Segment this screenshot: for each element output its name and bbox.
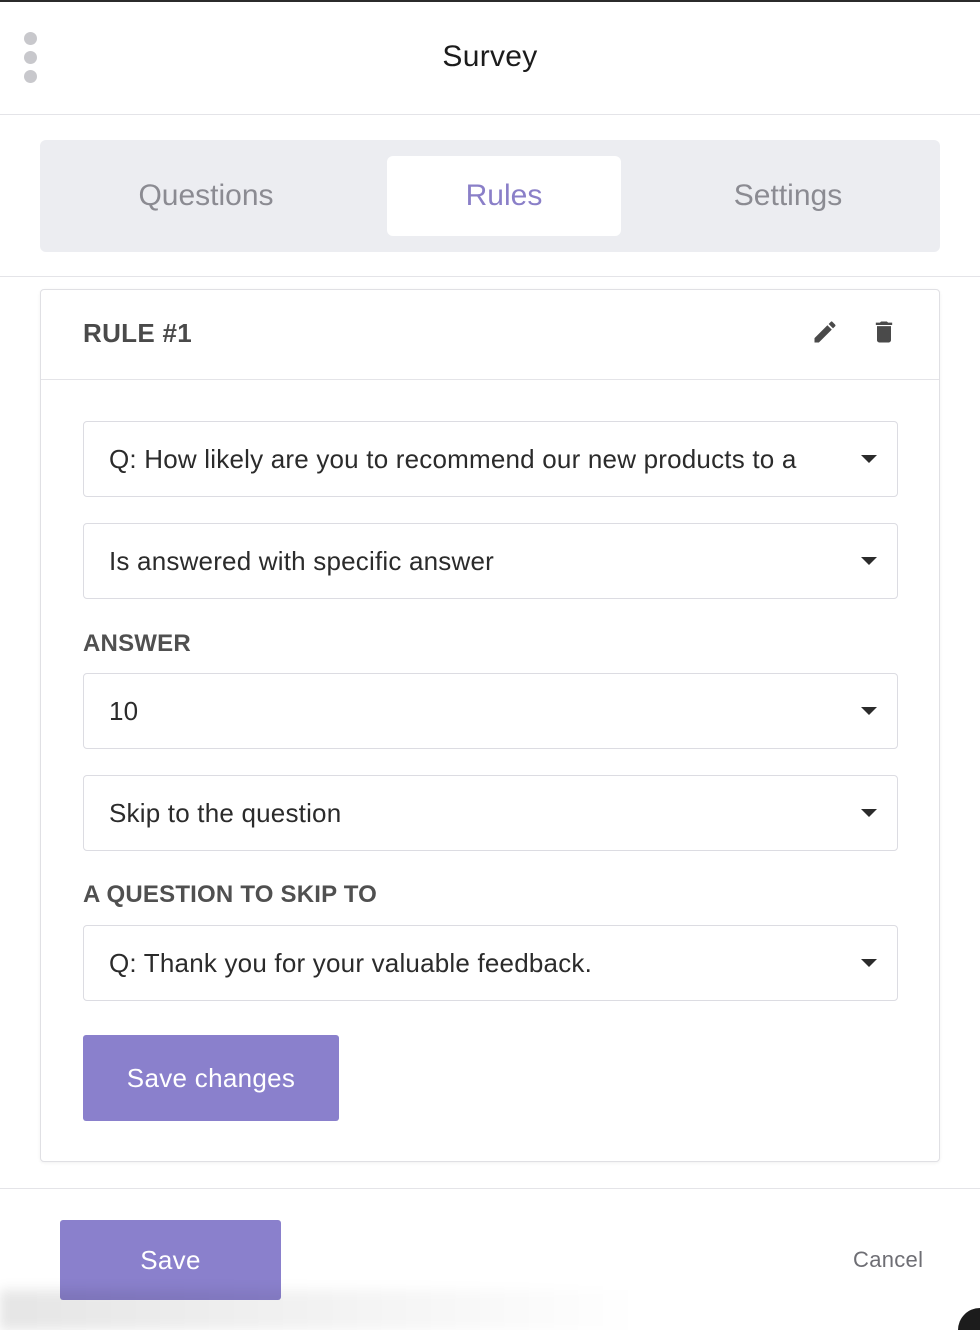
tab-settings[interactable]: Settings [672, 156, 904, 236]
answer-label: ANSWER [83, 630, 191, 657]
caret-down-icon [861, 455, 877, 463]
question-select-value: Q: How likely are you to recommend our n… [109, 444, 797, 474]
caret-down-icon [861, 557, 877, 565]
condition-select-value: Is answered with specific answer [109, 546, 494, 576]
skip-to-select[interactable]: Q: Thank you for your valuable feedback. [83, 925, 898, 1001]
save-button[interactable]: Save [60, 1220, 281, 1300]
trash-icon[interactable] [870, 318, 898, 346]
tab-bar: Questions Rules Settings [40, 140, 940, 252]
rule-title: RULE #1 [83, 318, 193, 348]
answer-select-value: 10 [109, 696, 139, 726]
skip-to-label: A QUESTION TO SKIP TO [83, 881, 378, 908]
caret-down-icon [861, 809, 877, 817]
skip-to-select-value: Q: Thank you for your valuable feedback. [109, 948, 593, 978]
page-title: Survey [442, 40, 538, 73]
action-select[interactable]: Skip to the question [83, 775, 898, 851]
caret-down-icon [861, 707, 877, 715]
tab-questions[interactable]: Questions [90, 156, 322, 236]
bottom-shadow [0, 1290, 640, 1330]
tab-rules[interactable]: Rules [387, 156, 621, 236]
rule-card: RULE #1 Q: How likely are you to recomme… [40, 289, 940, 1162]
tabs-section: Questions Rules Settings [0, 115, 980, 277]
pencil-icon[interactable] [811, 318, 839, 346]
caret-down-icon [861, 959, 877, 967]
action-select-value: Skip to the question [109, 798, 342, 828]
answer-select[interactable]: 10 [83, 673, 898, 749]
condition-select[interactable]: Is answered with specific answer [83, 523, 898, 599]
question-select[interactable]: Q: How likely are you to recommend our n… [83, 421, 898, 497]
rule-card-header: RULE #1 [41, 290, 939, 380]
save-changes-button[interactable]: Save changes [83, 1035, 339, 1121]
cancel-link[interactable]: Cancel [853, 1247, 923, 1273]
header: Survey [0, 2, 980, 115]
